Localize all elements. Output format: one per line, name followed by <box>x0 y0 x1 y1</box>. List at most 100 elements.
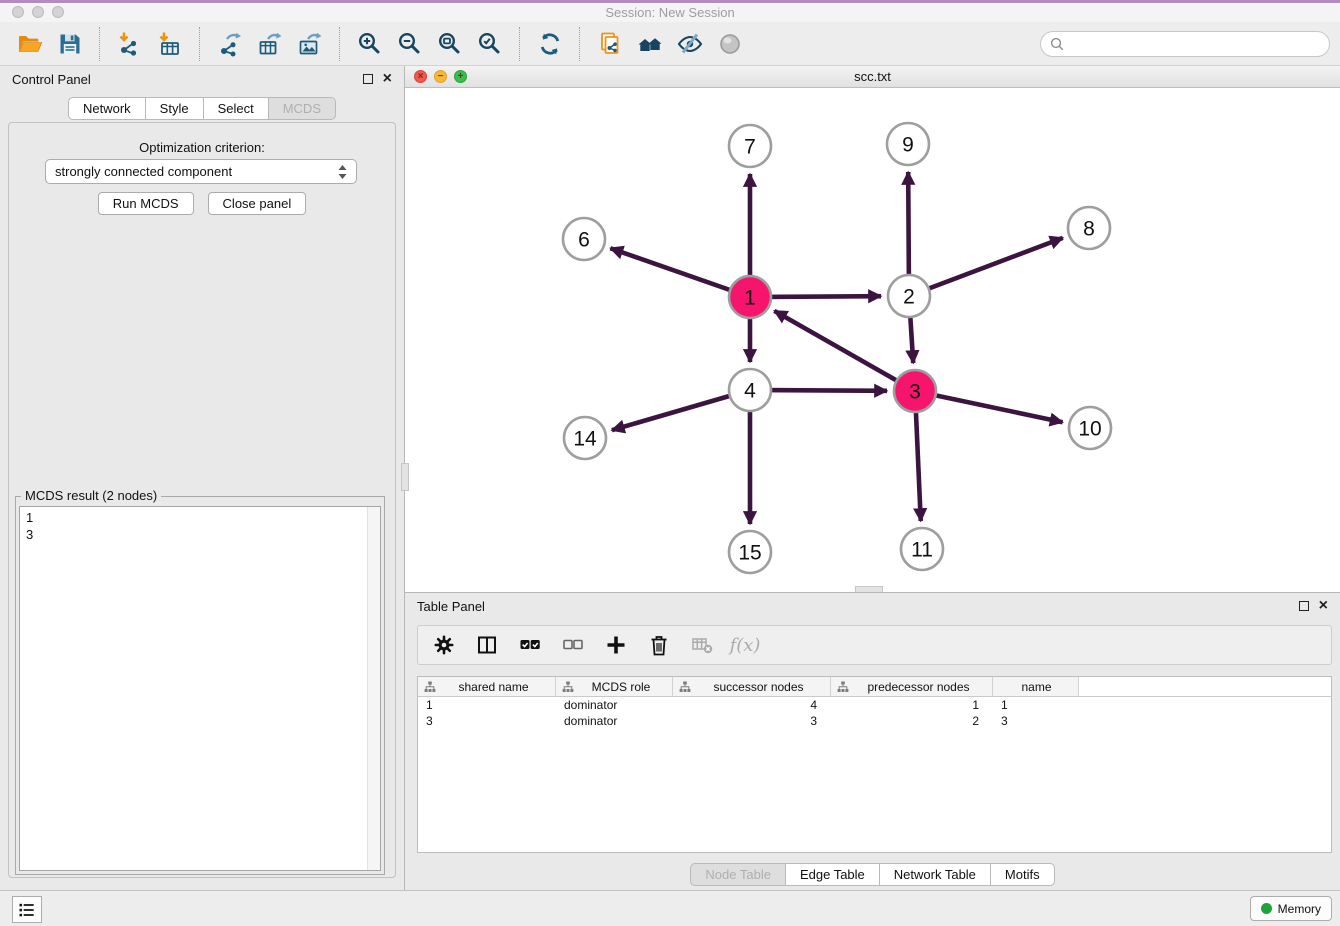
result-item[interactable]: 3 <box>20 526 380 543</box>
zoom-selected-button[interactable] <box>470 25 510 63</box>
hierarchy-icon <box>837 681 849 693</box>
table-panel-title: Table Panel <box>417 599 485 614</box>
tab-network[interactable]: Network <box>68 97 146 120</box>
tab-edge-table[interactable]: Edge Table <box>785 863 880 886</box>
tab-mcds[interactable]: MCDS <box>268 97 336 120</box>
toggle-visibility-button[interactable] <box>670 25 710 63</box>
optimization-criterion-select[interactable]: strongly connected component <box>45 159 357 184</box>
table-panel-tabs: Node TableEdge TableNetwork TableMotifs <box>405 863 1340 886</box>
float-panel-icon[interactable] <box>363 74 373 84</box>
table-cell[interactable]: 3 <box>993 714 1079 728</box>
table-body: 1dominator4113dominator323 <box>418 697 1331 729</box>
add-column-button[interactable] <box>603 632 629 658</box>
export-network-button[interactable] <box>210 25 250 63</box>
tab-network-table[interactable]: Network Table <box>879 863 991 886</box>
header-filler <box>1079 677 1331 696</box>
memory-button[interactable]: Memory <box>1250 896 1332 921</box>
table-row[interactable]: 3dominator323 <box>418 713 1331 729</box>
export-network-icon <box>217 31 243 57</box>
open-session-button[interactable] <box>10 25 50 63</box>
network-window-title: scc.txt <box>405 69 1340 84</box>
import-table-button[interactable] <box>150 25 190 63</box>
table-cell[interactable]: dominator <box>556 714 673 728</box>
tab-select[interactable]: Select <box>203 97 269 120</box>
clone-network-button[interactable] <box>590 25 630 63</box>
deselect-all-button[interactable] <box>560 632 586 658</box>
apply-layout-button[interactable] <box>530 25 570 63</box>
result-scrollbar-track[interactable] <box>367 507 380 870</box>
save-icon <box>57 31 83 57</box>
graph-edge-3-10[interactable] <box>915 391 1063 422</box>
graph-node-label: 4 <box>744 379 756 402</box>
table-panel-window-buttons: × <box>1299 600 1328 611</box>
refresh-icon <box>537 31 563 57</box>
search-box[interactable] <box>1040 31 1330 57</box>
task-history-button[interactable] <box>12 896 42 923</box>
table-panel: Table Panel × <box>405 592 1340 890</box>
app-titlebar: Session: New Session <box>0 3 1340 22</box>
close-panel-icon[interactable]: × <box>383 73 392 84</box>
hierarchy-icon <box>562 681 574 693</box>
mcds-result-group: MCDS result (2 nodes) 13 <box>15 496 385 875</box>
zoom-out-button[interactable] <box>390 25 430 63</box>
select-all-button[interactable] <box>517 632 543 658</box>
sphere-button[interactable] <box>710 25 750 63</box>
export-table-button[interactable] <box>250 25 290 63</box>
zoom-fit-button[interactable] <box>430 25 470 63</box>
graph-node-label: 14 <box>573 427 597 450</box>
toolbar-separator <box>99 27 101 61</box>
import-network-icon <box>117 31 143 57</box>
network-canvas[interactable]: 7968124314101511 <box>405 88 1340 592</box>
column-view-button[interactable] <box>474 632 500 658</box>
delete-table-button-disabled <box>689 632 715 658</box>
tab-style[interactable]: Style <box>145 97 204 120</box>
table-settings-button[interactable] <box>431 632 457 658</box>
graph-edge-2-8[interactable] <box>909 238 1063 296</box>
close-panel-button[interactable]: Close panel <box>208 192 307 215</box>
table-cell[interactable]: dominator <box>556 698 673 712</box>
delete-column-button[interactable] <box>646 632 672 658</box>
graph-edge-3-1[interactable] <box>774 311 915 391</box>
save-session-button[interactable] <box>50 25 90 63</box>
column-header-predecessor-nodes[interactable]: predecessor nodes <box>831 677 993 696</box>
node-table[interactable]: shared nameMCDS rolesuccessor nodesprede… <box>417 676 1332 853</box>
import-network-button[interactable] <box>110 25 150 63</box>
gear-icon <box>432 633 456 657</box>
table-row[interactable]: 1dominator411 <box>418 697 1331 713</box>
table-toolbar: f(x) <box>417 625 1332 665</box>
table-cell[interactable]: 3 <box>418 714 556 728</box>
table-cell[interactable]: 4 <box>673 698 831 712</box>
table-cell[interactable]: 2 <box>831 714 993 728</box>
toolbar-separator <box>199 27 201 61</box>
column-header-name[interactable]: name <box>993 677 1079 696</box>
tab-node-table[interactable]: Node Table <box>690 863 786 886</box>
splitter-grip-left[interactable] <box>401 463 409 491</box>
float-panel-icon[interactable] <box>1299 601 1309 611</box>
search-input[interactable] <box>1065 35 1321 52</box>
table-cell[interactable]: 1 <box>831 698 993 712</box>
home-icon <box>637 31 663 57</box>
result-item[interactable]: 1 <box>20 509 380 526</box>
graph-node-label: 15 <box>738 541 761 564</box>
column-header-MCDS-role[interactable]: MCDS role <box>556 677 673 696</box>
network-view-window: × − + scc.txt 7968124314101511 <box>405 66 1340 592</box>
network-graph[interactable]: 7968124314101511 <box>405 88 1340 592</box>
table-cell[interactable]: 1 <box>418 698 556 712</box>
sphere-icon <box>717 31 743 57</box>
export-image-button[interactable] <box>290 25 330 63</box>
dropdown-selected-value: strongly connected component <box>55 164 232 179</box>
control-panel-tabs: NetworkStyleSelectMCDS <box>0 97 404 120</box>
graph-node-label: 9 <box>902 133 914 156</box>
zoom-in-button[interactable] <box>350 25 390 63</box>
close-panel-icon[interactable]: × <box>1319 600 1328 611</box>
home-button[interactable] <box>630 25 670 63</box>
column-header-shared-name[interactable]: shared name <box>418 677 556 696</box>
table-cell[interactable]: 1 <box>993 698 1079 712</box>
table-cell[interactable]: 3 <box>673 714 831 728</box>
column-header-successor-nodes[interactable]: successor nodes <box>673 677 831 696</box>
zoom-out-icon <box>397 31 423 57</box>
run-mcds-button[interactable]: Run MCDS <box>98 192 194 215</box>
network-window-titlebar[interactable]: × − + scc.txt <box>405 66 1340 88</box>
tab-motifs[interactable]: Motifs <box>990 863 1055 886</box>
mcds-result-list[interactable]: 13 <box>19 506 381 871</box>
